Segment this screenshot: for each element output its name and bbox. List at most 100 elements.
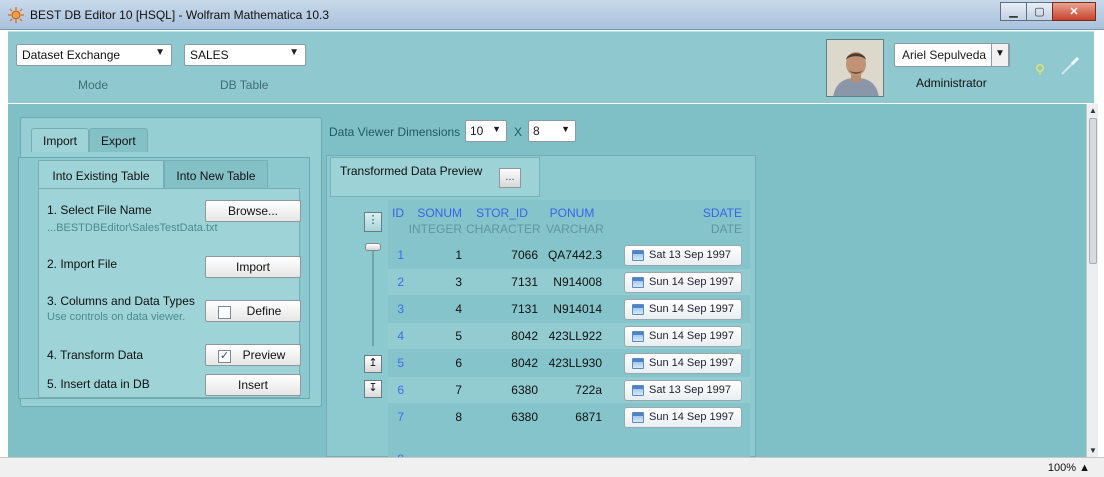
- viewer-row-slider[interactable]: [372, 246, 374, 346]
- table-row[interactable]: 3 4 7131 N914014 Sun 14 Sep 1997: [388, 296, 750, 322]
- user-avatar[interactable]: [826, 39, 884, 97]
- zoom-up-icon: ▲: [1079, 462, 1090, 474]
- viewer-menu-icon[interactable]: ⋮: [364, 212, 382, 232]
- row-id-cell: 4: [397, 329, 404, 343]
- sonum-cell: 5: [455, 329, 462, 343]
- cols-dropdown[interactable]: 8 ▼: [528, 120, 576, 142]
- app-sun-icon: [8, 7, 24, 23]
- import-export-tabs: Import Export: [31, 128, 148, 152]
- stor-id-cell: 8042: [511, 329, 538, 343]
- date-picker-button[interactable]: Sun 14 Sep 1997: [624, 326, 742, 347]
- date-value: Sun 14 Sep 1997: [649, 411, 735, 423]
- scrollbar-thumb[interactable]: [1089, 118, 1097, 264]
- zoom-level: 100%: [1047, 462, 1077, 474]
- table-row[interactable]: 6 7 6380 722a Sat 13 Sep 1997: [388, 377, 750, 403]
- date-value: Sun 14 Sep 1997: [649, 303, 735, 315]
- table-row[interactable]: 4 5 8042 423LL922 Sun 14 Sep 1997: [388, 323, 750, 349]
- tab-import[interactable]: Import: [31, 128, 90, 152]
- column-header-stor-id[interactable]: STOR_ID: [466, 206, 538, 220]
- date-picker-button[interactable]: Sun 14 Sep 1997: [624, 407, 742, 428]
- date-picker-button[interactable]: Sun 14 Sep 1997: [624, 353, 742, 374]
- date-picker-button[interactable]: Sun 14 Sep 1997: [624, 272, 742, 293]
- tab-into-existing-table[interactable]: Into Existing Table: [38, 160, 164, 188]
- step-import-file-label: 2. Import File: [47, 257, 118, 271]
- slider-handle[interactable]: [365, 243, 381, 251]
- mode-caption: Mode: [78, 78, 109, 92]
- selected-file-path: ...BESTDBEditor\SalesTestData.txt: [47, 222, 218, 234]
- step-transform-label: 4. Transform Data: [47, 348, 144, 362]
- user-role: Administrator: [916, 76, 987, 90]
- chevron-down-icon: ▼: [155, 47, 165, 58]
- preview-checkbox[interactable]: ✓: [218, 350, 231, 363]
- cols-dropdown-value: 8: [533, 124, 540, 138]
- row-id-cell: 3: [397, 302, 404, 316]
- db-table-dropdown[interactable]: SALES ▼: [184, 44, 306, 66]
- data-viewer-dimensions-label: Data Viewer Dimensions: [329, 125, 461, 139]
- calendar-icon: [632, 304, 644, 315]
- vertical-scrollbar[interactable]: ▲ ▼: [1086, 104, 1098, 457]
- insert-button[interactable]: Insert: [205, 374, 301, 396]
- rows-dropdown[interactable]: 10 ▼: [465, 120, 507, 142]
- maximize-button[interactable]: ▢: [1026, 2, 1053, 21]
- table-row[interactable]: 2 3 7131 N914008 Sun 14 Sep 1997: [388, 269, 750, 295]
- step-insert-label: 5. Insert data in DB: [47, 377, 150, 391]
- table-row[interactable]: 8: [388, 446, 750, 457]
- scroll-down-icon[interactable]: ▼: [1087, 446, 1099, 455]
- define-button-label: Define: [246, 304, 282, 318]
- column-header-id[interactable]: ID: [388, 206, 404, 220]
- stor-id-cell: 7131: [511, 302, 538, 316]
- preview-options-button[interactable]: ...: [499, 168, 521, 188]
- browse-button[interactable]: Browse...: [205, 200, 301, 222]
- date-value: Sat 13 Sep 1997: [649, 384, 731, 396]
- row-id-cell: 7: [397, 410, 404, 424]
- data-grid: ID SONUM STOR_ID PONUM SDATE INTEGER CHA…: [388, 200, 750, 457]
- stor-id-cell: 6380: [511, 383, 538, 397]
- user-dropdown[interactable]: Ariel Sepulveda ▼: [894, 43, 1010, 67]
- preview-button[interactable]: ✓ Preview: [205, 344, 301, 366]
- window-title: BEST DB Editor 10 [HSQL] - Wolfram Mathe…: [30, 8, 330, 22]
- date-value: Sun 14 Sep 1997: [649, 357, 735, 369]
- chevron-down-icon: ▼: [289, 47, 299, 58]
- table-row[interactable]: 7 8 6380 6871 Sun 14 Sep 1997: [388, 404, 750, 430]
- stor-id-cell: 8042: [511, 356, 538, 370]
- import-button[interactable]: Import: [205, 256, 301, 278]
- db-table-caption: DB Table: [220, 78, 269, 92]
- column-header-sonum[interactable]: SONUM: [408, 206, 462, 220]
- dimension-times-label: X: [514, 125, 523, 139]
- calendar-icon: [632, 358, 644, 369]
- connection-icon[interactable]: [1058, 54, 1082, 78]
- calendar-icon: [632, 331, 644, 342]
- table-row[interactable]: 5 6 8042 423LL930 Sun 14 Sep 1997: [388, 350, 750, 376]
- lightbulb-icon[interactable]: [1035, 63, 1045, 77]
- define-checkbox[interactable]: [218, 306, 231, 319]
- mode-dropdown-value: Dataset Exchange: [22, 48, 121, 62]
- chevron-down-icon: ▼: [991, 43, 1009, 67]
- table-row[interactable]: 1 1 7066 QA7442.3 Sat 13 Sep 1997: [388, 242, 750, 268]
- zoom-control[interactable]: 100% ▲: [1048, 462, 1090, 474]
- mode-dropdown[interactable]: Dataset Exchange ▼: [16, 44, 172, 66]
- column-type-ponum: VARCHAR: [546, 222, 604, 236]
- sonum-cell: 4: [455, 302, 462, 316]
- date-picker-button[interactable]: Sat 13 Sep 1997: [624, 245, 742, 266]
- stor-id-cell: 7131: [511, 275, 538, 289]
- ponum-cell: 423LL930: [548, 356, 602, 370]
- date-picker-button[interactable]: Sun 14 Sep 1997: [624, 299, 742, 320]
- close-button[interactable]: ✕: [1052, 2, 1096, 21]
- scroll-to-bottom-icon[interactable]: ↧: [364, 380, 382, 398]
- column-header-ponum[interactable]: PONUM: [542, 206, 602, 220]
- ponum-cell: N914008: [553, 275, 602, 289]
- step-select-file-label: 1. Select File Name: [47, 203, 152, 217]
- ponum-cell: 6871: [575, 410, 602, 424]
- define-button[interactable]: Define: [205, 300, 301, 322]
- tab-into-new-table[interactable]: Into New Table: [164, 160, 268, 188]
- tab-export[interactable]: Export: [89, 128, 148, 152]
- date-value: Sat 13 Sep 1997: [649, 249, 731, 261]
- scroll-to-top-icon[interactable]: ↥: [364, 355, 382, 373]
- minimize-button[interactable]: ▁: [1000, 2, 1027, 21]
- date-picker-button[interactable]: Sat 13 Sep 1997: [624, 380, 742, 401]
- user-name: Ariel Sepulveda: [902, 48, 987, 62]
- chevron-down-icon: ▼: [561, 124, 570, 134]
- calendar-icon: [632, 412, 644, 423]
- column-header-sdate[interactable]: SDATE: [616, 206, 742, 220]
- scroll-up-icon[interactable]: ▲: [1087, 106, 1099, 115]
